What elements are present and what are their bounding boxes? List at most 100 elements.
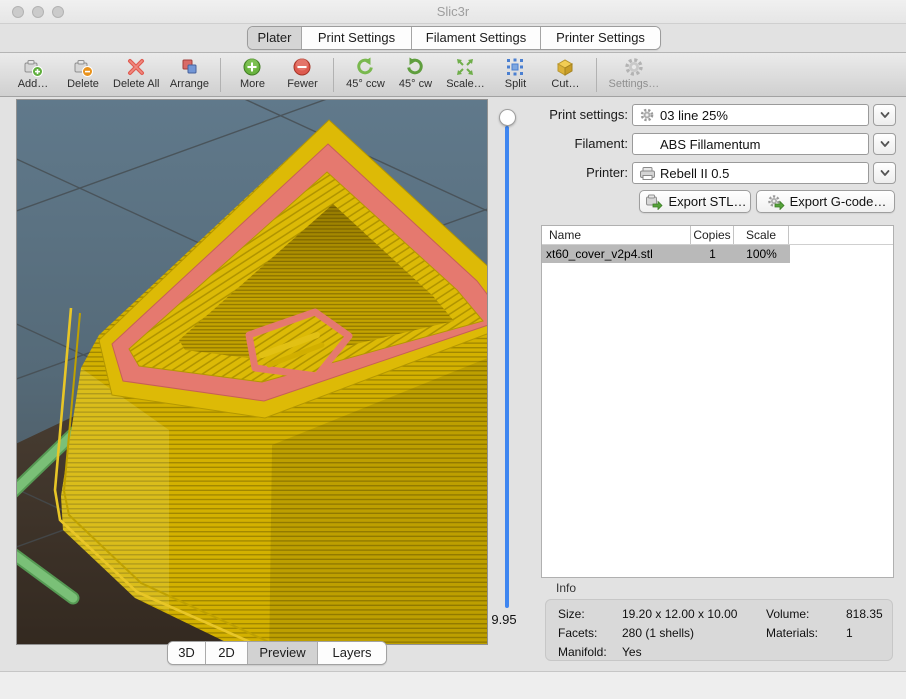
size-value: 19.20 x 12.00 x 10.00 [622, 607, 737, 621]
layer-slider-track[interactable] [505, 126, 509, 608]
print-settings-dropdown-button[interactable] [873, 104, 896, 126]
column-header-copies[interactable]: Copies [691, 226, 734, 244]
volume-label: Volume: [766, 607, 809, 621]
toolbar-label: Delete [67, 78, 99, 90]
rotate-45-ccw-button[interactable]: 45° ccw [340, 56, 390, 90]
gear-icon [623, 56, 645, 78]
printer-combo[interactable]: Rebell II 0.5 [632, 162, 869, 184]
toolbar: Add… Delete Delete All Arrange More Fewe… [0, 52, 906, 97]
toolbar-label: Fewer [287, 78, 318, 90]
rotate-ccw-icon [354, 56, 376, 78]
toolbar-separator [220, 58, 221, 92]
cell-scale: 100% [734, 245, 789, 263]
view-mode-tabs: 3D 2D Preview Layers [167, 641, 387, 665]
toolbar-label: More [240, 78, 265, 90]
table-header: Name Copies Scale [542, 226, 893, 245]
window-title: Slic3r [0, 4, 906, 19]
split-button[interactable]: Split [490, 56, 540, 90]
chevron-down-icon [879, 138, 891, 150]
delete-all-icon [125, 56, 147, 78]
export-stl-label: Export STL… [668, 194, 746, 209]
layer-slider-value: 9.95 [484, 612, 524, 627]
toolbar-label: 45° cw [399, 78, 432, 90]
filament-combo[interactable]: ABS Fillamentum [632, 133, 869, 155]
delete-object-icon [72, 56, 94, 78]
view-tab-layers[interactable]: Layers [318, 642, 386, 664]
toolbar-label: 45° ccw [346, 78, 385, 90]
view-tab-2d[interactable]: 2D [206, 642, 248, 664]
toolbar-label: Arrange [170, 78, 209, 90]
split-dots-icon [504, 56, 526, 78]
tab-print-settings[interactable]: Print Settings [302, 27, 412, 49]
tab-filament-settings[interactable]: Filament Settings [412, 27, 541, 49]
printer-value: Rebell II 0.5 [660, 166, 729, 181]
more-copies-button[interactable]: More [227, 56, 277, 90]
sliced-model-preview [17, 100, 487, 644]
print-settings-value: 03 line 25% [660, 108, 728, 123]
fewer-copies-button[interactable]: Fewer [277, 56, 327, 90]
info-section-title: Info [556, 581, 576, 595]
export-gcode-button[interactable]: Export G-code… [756, 190, 895, 213]
tab-printer-settings[interactable]: Printer Settings [541, 27, 660, 49]
chevron-down-icon [879, 167, 891, 179]
object-list-table[interactable]: Name Copies Scale xt60_cover_v2p4.stl 1 … [541, 225, 894, 578]
cut-box-icon [554, 56, 576, 78]
materials-label: Materials: [766, 626, 818, 640]
export-stl-icon [645, 194, 663, 210]
column-header-name[interactable]: Name [542, 226, 691, 244]
facets-label: Facets: [558, 626, 597, 640]
materials-value: 1 [846, 626, 853, 640]
gear-icon [638, 107, 656, 123]
plus-circle-icon [241, 56, 263, 78]
main-tab-bar: Plater Print Settings Filament Settings … [247, 26, 661, 50]
size-label: Size: [558, 607, 585, 621]
delete-all-button[interactable]: Delete All [108, 56, 164, 90]
rotate-cw-icon [404, 56, 426, 78]
view-tab-preview[interactable]: Preview [248, 642, 318, 664]
title-bar: Slic3r [0, 0, 906, 24]
print-settings-combo[interactable]: 03 line 25% [632, 104, 869, 126]
toolbar-label: Delete All [113, 78, 159, 90]
manifold-value: Yes [622, 645, 642, 659]
column-header-scale[interactable]: Scale [734, 226, 789, 244]
settings-button[interactable]: Settings… [603, 56, 664, 90]
toolbar-label: Cut… [551, 78, 579, 90]
toolbar-label: Split [505, 78, 526, 90]
export-gcode-label: Export G-code… [790, 194, 887, 209]
printer-icon [638, 166, 656, 181]
3d-viewport[interactable] [16, 99, 488, 645]
filament-label: Filament: [450, 133, 628, 155]
toolbar-label: Scale… [446, 78, 485, 90]
printer-dropdown-button[interactable] [873, 162, 896, 184]
table-row[interactable]: xt60_cover_v2p4.stl 1 100% [542, 245, 790, 263]
column-header-filler [789, 226, 893, 244]
scale-button[interactable]: Scale… [440, 56, 490, 90]
arrange-button[interactable]: Arrange [164, 56, 214, 90]
export-stl-button[interactable]: Export STL… [639, 190, 751, 213]
status-bar [0, 672, 906, 699]
delete-button[interactable]: Delete [58, 56, 108, 90]
volume-value: 818.35 [846, 607, 883, 621]
minus-circle-icon [291, 56, 313, 78]
cell-name: xt60_cover_v2p4.stl [542, 245, 691, 263]
filament-dropdown-button[interactable] [873, 133, 896, 155]
add-object-icon [22, 56, 44, 78]
view-tab-3d[interactable]: 3D [168, 642, 206, 664]
info-panel: Size: 19.20 x 12.00 x 10.00 Volume: 818.… [545, 599, 893, 661]
tab-plater[interactable]: Plater [248, 27, 302, 49]
filament-value: ABS Fillamentum [660, 137, 760, 152]
rotate-45-cw-button[interactable]: 45° cw [390, 56, 440, 90]
cut-button[interactable]: Cut… [540, 56, 590, 90]
toolbar-separator [596, 58, 597, 92]
printer-label: Printer: [450, 162, 628, 184]
add-button[interactable]: Add… [8, 56, 58, 90]
toolbar-separator [333, 58, 334, 92]
manifold-label: Manifold: [558, 645, 607, 659]
cell-copies: 1 [691, 245, 734, 263]
export-gcode-icon [767, 194, 785, 210]
toolbar-label: Add… [18, 78, 49, 90]
arrange-cubes-icon [178, 56, 200, 78]
toolbar-label: Settings… [608, 78, 659, 90]
scale-arrows-icon [454, 56, 476, 78]
print-settings-label: Print settings: [450, 104, 628, 126]
